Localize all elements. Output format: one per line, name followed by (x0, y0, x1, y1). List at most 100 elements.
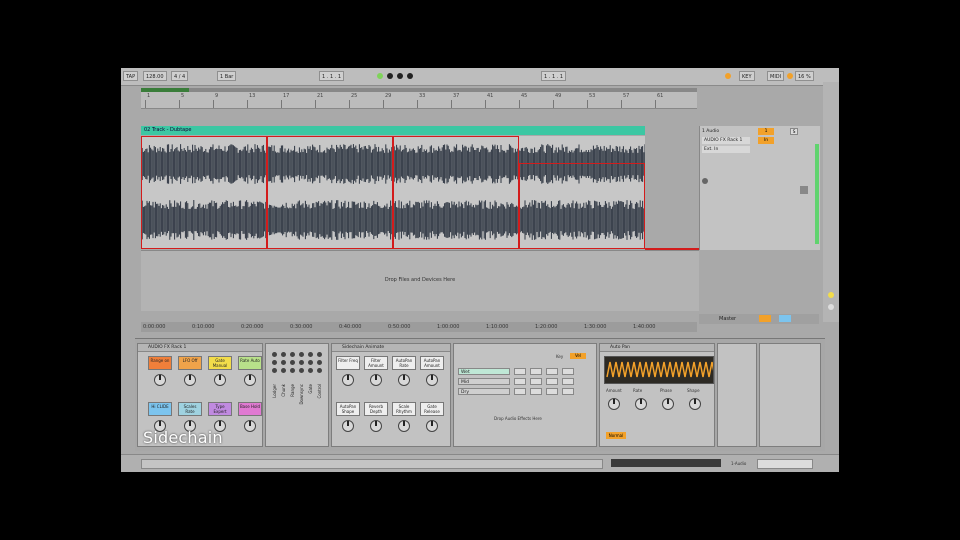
chain-zone-cell[interactable] (546, 388, 558, 395)
auto-pan-knob-icon[interactable] (689, 398, 701, 410)
macro-label[interactable]: Base Hold (238, 402, 262, 416)
clip-header[interactable]: 02 Track - Dubtape (141, 126, 645, 135)
solo-button[interactable]: S (790, 128, 798, 135)
follow-icon[interactable] (828, 292, 834, 298)
sidechain-knob-icon[interactable] (398, 374, 410, 386)
macro-label[interactable]: Scales Rate (178, 402, 202, 416)
auto-pan-knob-icon[interactable] (662, 398, 674, 410)
chain-toggle-icon[interactable] (281, 368, 286, 373)
chain-toggle-icon[interactable] (299, 360, 304, 365)
chain-list-label[interactable]: Control (317, 384, 322, 398)
track-input-select[interactable]: Ext. In (702, 146, 750, 153)
sidechain-param-button[interactable]: Reverb Depth (364, 402, 388, 416)
scroll-strip[interactable] (823, 82, 839, 322)
stop-icon[interactable] (387, 73, 393, 79)
empty-track-area[interactable]: Drop Files and Devices Here (141, 250, 699, 311)
lfo-waveform-display[interactable] (604, 356, 716, 384)
key-button[interactable]: KEY (739, 71, 755, 81)
master-track[interactable]: Master (699, 314, 819, 324)
chain-toggle-icon[interactable] (299, 368, 304, 373)
macro-label[interactable]: Rate Auto (238, 356, 262, 370)
chain-row[interactable]: Mid (458, 378, 510, 385)
overdub-icon[interactable] (407, 73, 413, 79)
tempo-field[interactable]: 128.00 (143, 71, 167, 81)
chain-toggle-icon[interactable] (317, 352, 322, 357)
sidechain-knob-icon[interactable] (426, 420, 438, 432)
vel-toggle[interactable]: Vel (570, 353, 586, 359)
sidechain-knob-icon[interactable] (370, 420, 382, 432)
master-activator[interactable] (759, 315, 771, 322)
beat-ruler[interactable]: 1 5 9 13 17 21 25 29 33 37 41 45 49 53 57 61 (141, 92, 697, 109)
time-ruler[interactable]: 0:00:000 0:10:000 0:20:000 0:30:000 0:40:000… (141, 322, 697, 332)
chain-zone-cell[interactable] (530, 378, 542, 385)
chain-zone-cell[interactable] (562, 388, 574, 395)
auto-pan-knob-icon[interactable] (635, 398, 647, 410)
chain-zone-cell[interactable] (530, 388, 542, 395)
macro-knob-icon[interactable] (244, 374, 256, 386)
resize-icon[interactable] (800, 186, 808, 194)
chain-toggle-icon[interactable] (281, 352, 286, 357)
tap-button[interactable]: TAP (123, 71, 139, 81)
macro-label[interactable]: LFO Off (178, 356, 202, 370)
sidechain-param-button[interactable]: Filter Freq (336, 356, 360, 370)
sidechain-device-title[interactable]: Sidechain Animate (332, 344, 450, 352)
arm-icon[interactable] (702, 178, 708, 184)
chain-toggle-icon[interactable] (317, 368, 322, 373)
zoom-icon[interactable] (828, 304, 834, 310)
chain-zone-cell[interactable] (514, 378, 526, 385)
macro-knob-icon[interactable] (184, 374, 196, 386)
chain-toggle-icon[interactable] (290, 352, 295, 357)
sidechain-param-button[interactable]: Scale Rhythm (392, 402, 416, 416)
status-selector[interactable] (757, 459, 813, 469)
chain-toggle-icon[interactable] (290, 368, 295, 373)
quantize-select[interactable]: 1 Bar (217, 71, 237, 81)
chain-list-label[interactable]: Chunk (281, 384, 286, 397)
sidechain-param-button[interactable]: Gate Release (420, 402, 444, 416)
auto-pan-knob-icon[interactable] (608, 398, 620, 410)
chain-row[interactable]: Dry (458, 388, 510, 395)
sidechain-knob-icon[interactable] (342, 374, 354, 386)
master-solo[interactable] (779, 315, 791, 322)
sidechain-param-button[interactable]: AutoPan Shape (336, 402, 360, 416)
track-number-button[interactable]: 1 (758, 128, 774, 135)
chain-zone-cell[interactable] (530, 368, 542, 375)
macro-label[interactable]: Gate Manual (208, 356, 232, 370)
monitor-button[interactable]: In (758, 137, 774, 144)
sidechain-param-button[interactable]: AutoPan Rate (392, 356, 416, 370)
key-map-icon[interactable] (725, 73, 731, 79)
key-toggle[interactable]: Key (556, 354, 563, 359)
chain-toggle-icon[interactable] (299, 352, 304, 357)
chain-toggle-icon[interactable] (308, 368, 313, 373)
audio-waveform[interactable] (141, 136, 645, 248)
record-icon[interactable] (397, 73, 403, 79)
chain-zone-cell[interactable] (546, 368, 558, 375)
sidechain-param-button[interactable]: Filter Amount (364, 356, 388, 370)
track-name[interactable]: 1 Audio (702, 128, 719, 135)
macro-label[interactable]: Type Expert (208, 402, 232, 416)
chain-zone-cell[interactable] (514, 388, 526, 395)
macro-knob-icon[interactable] (244, 420, 256, 432)
loop-position-field[interactable]: 1 . 1 . 1 (541, 71, 567, 81)
position-field[interactable]: 1 . 1 . 1 (319, 71, 345, 81)
sidechain-param-button[interactable]: AutoPan Amount (420, 356, 444, 370)
track-device-label[interactable]: AUDIO FX Rack 1 (702, 137, 750, 144)
chain-zone-cell[interactable] (562, 368, 574, 375)
mode-button[interactable]: Normal (606, 432, 626, 439)
rack-title[interactable]: AUDIO FX Rack 1 (138, 344, 262, 352)
sidechain-knob-icon[interactable] (426, 374, 438, 386)
chain-toggle-icon[interactable] (272, 368, 277, 373)
chain-toggle-icon[interactable] (308, 360, 313, 365)
chain-list-label[interactable]: Lodger (272, 384, 277, 398)
sidechain-knob-icon[interactable] (370, 374, 382, 386)
chain-list-label[interactable]: Downsync (299, 384, 304, 405)
macro-knob-icon[interactable] (154, 374, 166, 386)
chain-toggle-icon[interactable] (308, 352, 313, 357)
chain-toggle-icon[interactable] (272, 360, 277, 365)
sidechain-knob-icon[interactable] (398, 420, 410, 432)
chain-zone-cell[interactable] (546, 378, 558, 385)
sidechain-knob-icon[interactable] (342, 420, 354, 432)
status-scroll[interactable] (141, 459, 603, 469)
chain-list-label[interactable]: Range (290, 384, 295, 397)
chain-toggle-icon[interactable] (290, 360, 295, 365)
chain-list-label[interactable]: Gate (308, 384, 313, 394)
